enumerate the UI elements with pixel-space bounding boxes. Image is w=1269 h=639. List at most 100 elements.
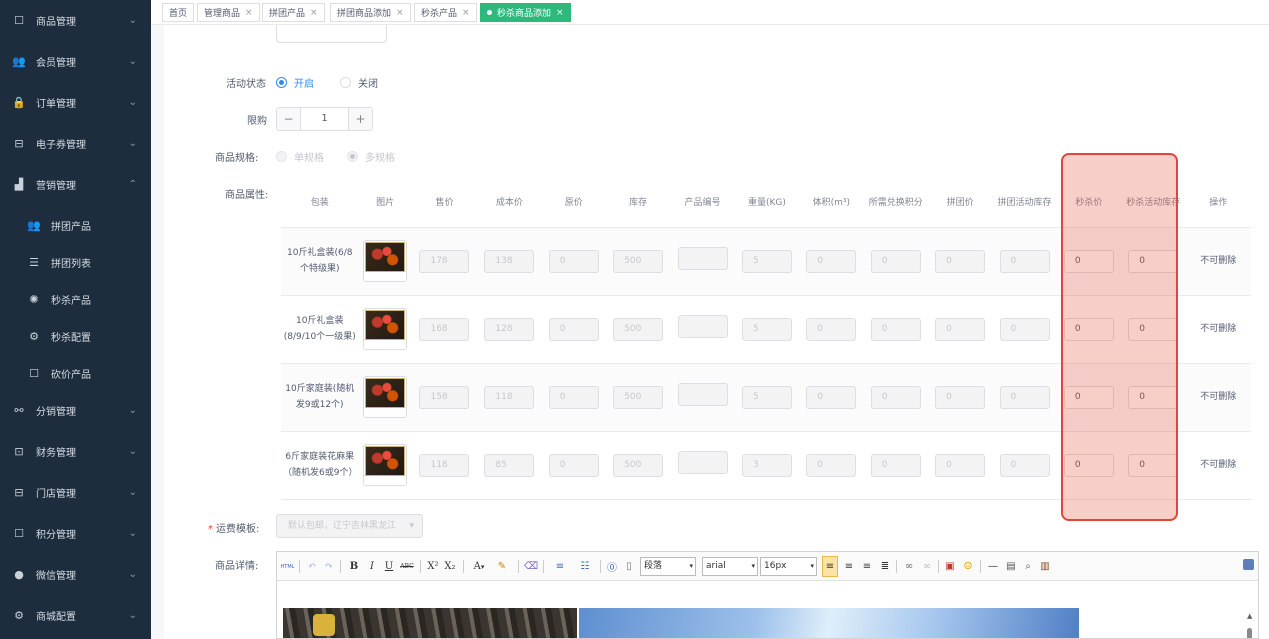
tab-0[interactable]: 首页	[162, 3, 195, 22]
font-size-select[interactable]: 16px ▾	[760, 557, 817, 576]
weight-cell: 5	[734, 227, 800, 296]
italic-button[interactable]: I	[366, 558, 378, 575]
column-header: 售价	[411, 180, 478, 228]
product-thumbnail[interactable]	[363, 308, 408, 350]
spec-single-radio[interactable]: 单规格	[276, 149, 324, 164]
html-source-button[interactable]: HTML	[280, 558, 295, 575]
tab-5[interactable]: 秒杀商品添加 ×	[480, 3, 571, 22]
product-thumbnail[interactable]	[363, 444, 408, 486]
font-color-button[interactable]: A ▾	[469, 558, 489, 575]
highlight-color-icon[interactable]: ✎	[491, 558, 513, 575]
eraser-icon[interactable]: ⌫	[524, 558, 538, 575]
sidebar-item-10[interactable]: ⚙ 商城配置 ⌄	[0, 595, 151, 636]
tab-label: 管理商品	[204, 9, 241, 19]
sidebar-item-8[interactable]: ☐ 积分管理 ⌄	[0, 513, 151, 554]
superscript-button[interactable]: X²	[425, 558, 441, 575]
seckill-stock-input[interactable]: 0	[1128, 453, 1179, 477]
sidebar-item-0[interactable]: ☐ 商品管理 ⌄	[0, 0, 151, 41]
tab-4[interactable]: 秒杀产品 ×	[414, 3, 477, 22]
group_price-cell: 0	[927, 363, 993, 432]
sidebar-subitem-1[interactable]: ☰ 拼团列表	[0, 244, 151, 281]
scrollbar-handle[interactable]	[1247, 628, 1252, 638]
previous-field-input[interactable]	[276, 25, 387, 43]
product-thumbnail[interactable]	[363, 376, 408, 418]
link-icon[interactable]: ∞	[901, 558, 917, 575]
seckill-price-input[interactable]: 0	[1063, 385, 1114, 409]
seckill-price-input[interactable]: 0	[1063, 249, 1114, 273]
sidebar-item-6[interactable]: ⊡ 财务管理 ⌄	[0, 431, 151, 472]
points-cell: 0	[863, 431, 928, 500]
fullscreen-icon[interactable]	[1243, 559, 1254, 570]
status-off-radio[interactable]: 关闭	[340, 75, 378, 90]
close-icon[interactable]: ×	[462, 8, 470, 18]
limit-stepper: − 1 +	[276, 107, 373, 131]
horizontal-rule-icon[interactable]: —	[986, 558, 1000, 575]
close-icon[interactable]: ×	[396, 8, 404, 18]
sidebar-item-1[interactable]: 👥 会员管理 ⌄	[0, 41, 151, 82]
column-header: 产品编号	[670, 180, 735, 228]
column-header: 重量(KG)	[734, 180, 800, 228]
column-header: 原价	[541, 180, 606, 228]
seckill-price-input[interactable]: 0	[1063, 317, 1114, 341]
tab-1[interactable]: 管理商品 ×	[197, 3, 260, 22]
print-icon[interactable]: ▤	[1004, 558, 1018, 575]
unlink-icon[interactable]: ∞	[919, 558, 935, 575]
sidebar-subitem-4[interactable]: ☐ 砍价产品	[0, 355, 151, 392]
sidebar-subitem-0[interactable]: 👥 拼团产品	[0, 207, 151, 244]
spec-multi-radio[interactable]: 多规格	[347, 149, 395, 164]
product-thumbnail[interactable]	[363, 240, 408, 282]
ordered-list-icon[interactable]: ≡	[549, 558, 571, 575]
volume-cell: 0	[799, 295, 864, 364]
rich-text-editor[interactable]: HTML ↶ ↷ B I U ABC X² X₂ A ▾ ✎ ⌫ ≡ ☷ ⓪ ▯ …	[276, 551, 1259, 639]
align-right-icon[interactable]: ≡	[860, 558, 874, 575]
unordered-list-icon[interactable]: ☷	[574, 558, 596, 575]
tab-2[interactable]: 拼团产品 ×	[262, 3, 325, 22]
align-center-icon[interactable]: ≡	[842, 558, 856, 575]
close-icon[interactable]: ×	[310, 8, 318, 18]
sidebar-item-9[interactable]: ● 微信管理 ⌄	[0, 554, 151, 595]
seckill-stock-input[interactable]: 0	[1128, 385, 1179, 409]
paragraph-format-icon[interactable]: ⓪	[606, 558, 618, 575]
image-cell	[358, 431, 412, 500]
increment-button[interactable]: +	[348, 108, 372, 130]
volume-input: 0	[806, 385, 857, 409]
group_stock-input: 0	[999, 385, 1050, 409]
align-left-icon[interactable]: ≡	[822, 556, 838, 577]
undo-icon[interactable]: ↶	[306, 558, 318, 575]
subscript-button[interactable]: X₂	[442, 558, 458, 575]
paragraph-select[interactable]: 段落 ▾	[640, 557, 696, 576]
close-icon[interactable]: ×	[245, 8, 253, 18]
seckill-stock-input[interactable]: 0	[1128, 317, 1179, 341]
column-header: 成本价	[477, 180, 542, 228]
template-icon[interactable]: ▥	[1038, 558, 1052, 575]
scroll-up-icon[interactable]: ▲	[1247, 612, 1252, 620]
strikethrough-button[interactable]: ABC	[398, 558, 416, 575]
bold-button[interactable]: B	[348, 558, 360, 575]
redo-icon[interactable]: ↷	[323, 558, 335, 575]
sidebar-item-7[interactable]: ⊟ 门店管理 ⌄	[0, 472, 151, 513]
sidebar-item-5[interactable]: ⚯ 分销管理 ⌄	[0, 390, 151, 431]
shipping-template-select[interactable]: 默认包邮，辽宁吉林黑龙江 ▾	[276, 514, 423, 538]
decrement-button[interactable]: −	[277, 108, 301, 130]
close-icon[interactable]: ×	[556, 8, 564, 18]
font-family-select[interactable]: arial ▾	[702, 557, 758, 576]
status-on-radio[interactable]: 开启	[276, 75, 314, 90]
underline-button[interactable]: U	[383, 558, 395, 575]
sidebar-item-4[interactable]: ▟ 营销管理 ⌃	[0, 164, 151, 205]
sidebar-item-3[interactable]: ⊟ 电子券管理 ⌄	[0, 123, 151, 164]
cost-input: 138	[484, 249, 535, 273]
sidebar-subitem-3[interactable]: ⚙ 秒杀配置	[0, 318, 151, 355]
seckill-stock-input[interactable]: 0	[1128, 249, 1179, 273]
image-icon[interactable]: ▣	[943, 558, 957, 575]
align-justify-icon[interactable]: ≣	[878, 558, 892, 575]
page-icon[interactable]: ▯	[623, 558, 635, 575]
sidebar-item-2[interactable]: 🔒 订单管理 ⌄	[0, 82, 151, 123]
emoji-icon[interactable]: ☺	[961, 558, 975, 575]
editor-content[interactable]: ▲	[277, 581, 1258, 638]
seckill-price-input[interactable]: 0	[1063, 453, 1114, 477]
sidebar-subitem-2[interactable]: ✺ 秒杀产品	[0, 281, 151, 318]
product-image	[365, 446, 406, 476]
tab-3[interactable]: 拼团商品添加 ×	[330, 3, 411, 22]
preview-icon[interactable]: ⌕	[1021, 558, 1035, 575]
limit-value[interactable]: 1	[301, 108, 348, 130]
